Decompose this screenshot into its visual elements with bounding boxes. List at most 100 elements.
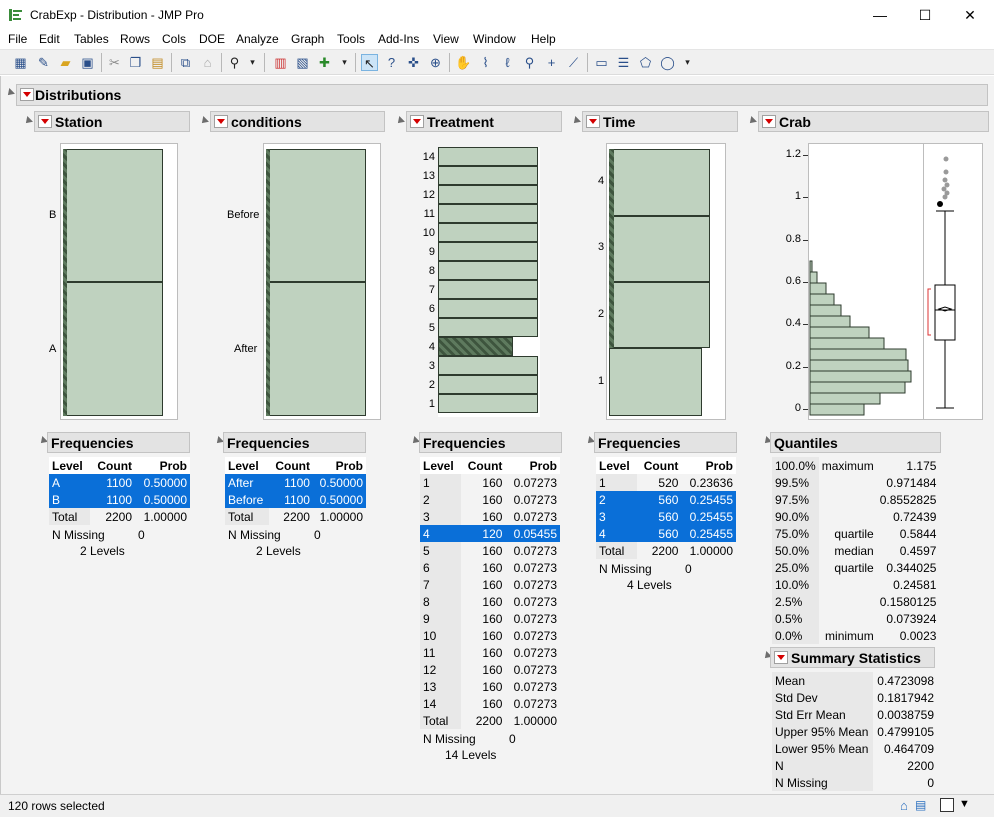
table-row[interactable]: 1 520 0.23636: [596, 474, 736, 491]
lock-icon[interactable]: ⌂: [199, 54, 216, 71]
journal-icon[interactable]: ▧: [294, 54, 311, 71]
minimize-button[interactable]: —: [857, 0, 903, 31]
table-row[interactable]: 7 160 0.07273: [420, 576, 560, 593]
table-row[interactable]: B 1100 0.50000: [49, 491, 190, 508]
grabber-icon[interactable]: ⊕: [427, 54, 444, 71]
menu-doe[interactable]: DOE: [199, 32, 225, 46]
menu-graph[interactable]: Graph: [291, 32, 324, 46]
copy-icon[interactable]: ❐: [127, 54, 144, 71]
search-dropdown-icon[interactable]: ▾: [244, 54, 261, 71]
list-tool-icon[interactable]: ☰: [615, 54, 632, 71]
bar-3[interactable]: [609, 216, 710, 282]
red-triangle-menu-icon[interactable]: [762, 115, 776, 128]
home-icon[interactable]: ⌂: [900, 798, 908, 813]
table-row[interactable]: 4 560 0.25455: [596, 525, 736, 542]
bar-Before[interactable]: [266, 149, 366, 282]
new-script-icon[interactable]: ✎: [35, 54, 52, 71]
window-checkbox-icon[interactable]: [940, 798, 954, 812]
menu-analyze[interactable]: Analyze: [236, 32, 279, 46]
hand-tool-icon[interactable]: ✋: [455, 54, 472, 71]
ellipse-tool-icon[interactable]: ◯: [659, 54, 676, 71]
paste-icon[interactable]: ▤: [149, 54, 166, 71]
table-row[interactable]: 2 160 0.07273: [420, 491, 560, 508]
table-row[interactable]: 3 560 0.25455: [596, 508, 736, 525]
help-tool-icon[interactable]: ?: [383, 54, 400, 71]
treatment-bar-4[interactable]: [438, 337, 513, 356]
treatment-bar-8[interactable]: [438, 261, 538, 280]
menu-tables[interactable]: Tables: [74, 32, 109, 46]
line-tool-icon[interactable]: ⟋: [565, 54, 582, 71]
red-triangle-menu-icon[interactable]: [774, 651, 788, 664]
table-row[interactable]: 11 160 0.07273: [420, 644, 560, 661]
menu-rows[interactable]: Rows: [120, 32, 150, 46]
add-dropdown-icon[interactable]: ▾: [336, 54, 353, 71]
station-mosaic-plot[interactable]: [60, 143, 178, 420]
bar-After[interactable]: [266, 282, 366, 416]
table-row[interactable]: 8 160 0.07273: [420, 593, 560, 610]
bar-B[interactable]: [63, 149, 163, 282]
table-row[interactable]: Before 1100 0.50000: [225, 491, 366, 508]
brush-tool-icon[interactable]: ⌇: [477, 54, 494, 71]
treatment-bar-5[interactable]: [438, 318, 538, 337]
bar-A[interactable]: [63, 282, 163, 416]
table-row[interactable]: 13 160 0.07273: [420, 678, 560, 695]
magnifier-icon[interactable]: ⚲: [521, 54, 538, 71]
treatment-bar-3[interactable]: [438, 356, 538, 375]
table-row[interactable]: A 1100 0.50000: [49, 474, 190, 491]
treatment-bar-10[interactable]: [438, 223, 538, 242]
table-row[interactable]: 5 160 0.07273: [420, 542, 560, 559]
treatment-bar-12[interactable]: [438, 185, 538, 204]
save-icon[interactable]: ▣: [79, 54, 96, 71]
menu-view[interactable]: View: [433, 32, 459, 46]
bar-4[interactable]: [609, 149, 710, 216]
text-tool-icon[interactable]: ▭: [593, 54, 610, 71]
disclosure-icon[interactable]: [23, 116, 33, 126]
menu-file[interactable]: File: [8, 32, 27, 46]
menu-help[interactable]: Help: [531, 32, 556, 46]
arrow-tool-icon[interactable]: ↖: [361, 54, 378, 71]
disclosure-icon[interactable]: [747, 116, 757, 126]
treatment-bar-11[interactable]: [438, 204, 538, 223]
table-row[interactable]: After 1100 0.50000: [225, 474, 366, 491]
lasso-tool-icon[interactable]: ℓ: [499, 54, 516, 71]
bar-2[interactable]: [609, 282, 710, 348]
table-row[interactable]: 4 120 0.05455: [420, 525, 560, 542]
polygon-tool-icon[interactable]: ⬠: [637, 54, 654, 71]
table-row[interactable]: 10 160 0.07273: [420, 627, 560, 644]
menu-window[interactable]: Window: [473, 32, 516, 46]
add-icon[interactable]: ✚: [316, 54, 333, 71]
table-row[interactable]: 2 560 0.25455: [596, 491, 736, 508]
cut-icon[interactable]: ✂: [106, 54, 123, 71]
disclosure-icon[interactable]: [395, 116, 405, 126]
window-list-icon[interactable]: ▤: [915, 798, 926, 812]
red-triangle-menu-icon[interactable]: [214, 115, 228, 128]
red-triangle-menu-icon[interactable]: [20, 88, 34, 101]
table-row[interactable]: 6 160 0.07273: [420, 559, 560, 576]
treatment-bar-chart[interactable]: [438, 147, 540, 417]
table-row[interactable]: 12 160 0.07273: [420, 661, 560, 678]
status-dropdown-icon[interactable]: ▼: [959, 798, 970, 810]
disclosure-icon[interactable]: [5, 88, 15, 98]
open-icon[interactable]: ▰: [57, 54, 74, 71]
treatment-bar-14[interactable]: [438, 147, 538, 166]
crosshair-icon[interactable]: ✜: [405, 54, 422, 71]
table-row[interactable]: 14 160 0.07273: [420, 695, 560, 712]
red-triangle-menu-icon[interactable]: [586, 115, 600, 128]
time-mosaic-plot[interactable]: [606, 143, 726, 420]
menu-tools[interactable]: Tools: [337, 32, 365, 46]
close-button[interactable]: ✕: [947, 0, 993, 31]
disclosure-icon[interactable]: [199, 116, 209, 126]
table-row[interactable]: 9 160 0.07273: [420, 610, 560, 627]
conditions-mosaic-plot[interactable]: [263, 143, 381, 420]
table-row[interactable]: 1 160 0.07273: [420, 474, 560, 491]
menu-add-ins[interactable]: Add-Ins: [378, 32, 419, 46]
plus-tool-icon[interactable]: +: [543, 54, 560, 71]
table-row[interactable]: 3 160 0.07273: [420, 508, 560, 525]
disclosure-icon[interactable]: [571, 116, 581, 126]
red-triangle-menu-icon[interactable]: [38, 115, 52, 128]
tools-dropdown-icon[interactable]: ▾: [679, 54, 696, 71]
new-data-table-icon[interactable]: ▦: [12, 54, 29, 71]
menu-edit[interactable]: Edit: [39, 32, 60, 46]
treatment-bar-1[interactable]: [438, 394, 538, 413]
treatment-bar-9[interactable]: [438, 242, 538, 261]
